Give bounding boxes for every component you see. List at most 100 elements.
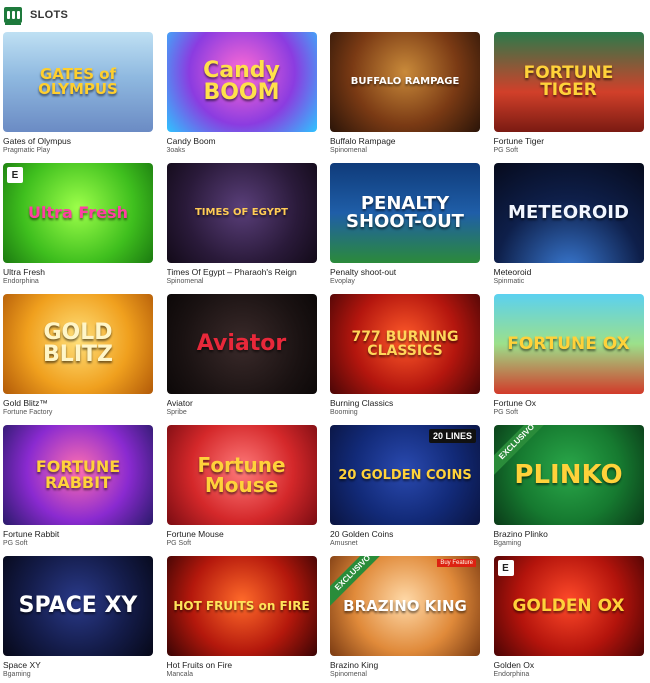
game-logo-art: FORTUNE OX <box>507 333 630 354</box>
game-thumbnail[interactable]: Fortune Mouse <box>166 425 317 525</box>
game-logo-art: GATES of OLYMPUS <box>38 65 118 98</box>
game-card-penalty-shoot-out[interactable]: PENALTY SHOOT-OUT Penalty shoot-out Evopla… <box>330 163 480 290</box>
game-card-hot-fruits-on-fire[interactable]: HOT FRUITS on FIRE Hot Fruits on Fire Manc… <box>166 556 317 683</box>
game-thumbnail[interactable]: TIMES OF EGYPT <box>166 163 317 263</box>
game-logo-art: BRAZINO KING <box>343 596 467 615</box>
game-provider: Endorphina <box>493 671 530 678</box>
game-card-burning-classics[interactable]: 777 BURNING CLASSICS Burning Classics Boom… <box>330 294 480 421</box>
game-logo-art: PENALTY SHOOT-OUT <box>346 193 464 232</box>
game-logo-art: GOLDEN OX <box>512 595 625 616</box>
game-provider: Spribe <box>166 409 187 416</box>
game-thumbnail[interactable]: 777 BURNING CLASSICS <box>330 294 480 394</box>
game-logo-art: FORTUNE RABBIT <box>35 457 121 492</box>
game-title[interactable]: Aviator <box>167 398 317 408</box>
game-card-brazino-king[interactable]: BRAZINO KING EXCLUSIVO Buy Feature Brazino … <box>330 556 480 683</box>
game-logo-art: Aviator <box>196 331 287 356</box>
game-thumbnail[interactable]: SPACE XY <box>3 556 153 656</box>
game-provider: PG Soft <box>493 409 519 416</box>
game-thumbnail[interactable]: GATES of OLYMPUS <box>3 32 153 132</box>
game-title[interactable]: Gold Blitz™ <box>3 398 153 408</box>
game-title[interactable]: Gates of Olympus <box>3 136 153 146</box>
game-card-fortune-ox[interactable]: FORTUNE OX Fortune Ox PG Soft <box>493 294 644 421</box>
game-provider: PG Soft <box>166 540 192 547</box>
game-logo-art: 20 GOLDEN COINS <box>338 467 472 483</box>
game-title[interactable]: Ultra Fresh <box>3 267 153 277</box>
game-thumbnail[interactable]: FORTUNE OX <box>493 294 644 394</box>
game-logo-art: PLINKO <box>514 460 623 490</box>
game-card-gold-blitz[interactable]: GOLD BLITZ Gold Blitz™ Fortune Factory <box>3 294 153 421</box>
game-title[interactable]: Fortune Rabbit <box>3 529 153 539</box>
game-card-candy-boom[interactable]: Candy BOOM Candy Boom 3oaks <box>166 32 317 159</box>
game-thumbnail[interactable]: Aviator <box>166 294 317 394</box>
game-thumbnail[interactable]: GOLDEN OX E <box>493 556 644 656</box>
game-thumbnail[interactable]: BUFFALO RAMPAGE <box>330 32 480 132</box>
game-thumbnail[interactable]: FORTUNE RABBIT <box>3 425 153 525</box>
game-provider: Amusnet <box>330 540 358 547</box>
game-card-times-of-egypt[interactable]: TIMES OF EGYPT Times Of Egypt – Pharaoh's… <box>166 163 317 290</box>
game-card-aviator[interactable]: Aviator Aviator Spribe <box>166 294 317 421</box>
section-header: SLOTS <box>4 6 69 25</box>
game-title[interactable]: Hot Fruits on Fire <box>167 660 317 670</box>
provider-badge-icon: E <box>7 167 23 183</box>
game-logo-art: Fortune Mouse <box>197 453 286 497</box>
game-card-buffalo-rampage[interactable]: BUFFALO RAMPAGE Buffalo Rampage Spinomenal <box>330 32 480 159</box>
game-thumbnail[interactable]: FORTUNE TIGER <box>493 32 644 132</box>
game-thumbnail[interactable]: Candy BOOM <box>166 32 317 132</box>
game-title[interactable]: 20 Golden Coins <box>330 529 480 539</box>
game-thumbnail[interactable]: Ultra Fresh E <box>3 163 153 263</box>
game-provider: Spinmatic <box>493 278 525 285</box>
game-provider: PG Soft <box>493 147 519 154</box>
game-thumbnail[interactable]: HOT FRUITS on FIRE <box>166 556 317 656</box>
game-thumbnail[interactable]: 20 GOLDEN COINS 20 LINES <box>330 425 480 525</box>
game-provider: 3oaks <box>166 147 186 154</box>
game-thumbnail[interactable]: METEOROID <box>493 163 644 263</box>
game-provider: Endorphina <box>3 278 39 285</box>
game-title[interactable]: Burning Classics <box>330 398 480 408</box>
game-card-meteoroid[interactable]: METEOROID Meteoroid Spinmatic <box>493 163 644 290</box>
game-logo-art: Candy BOOM <box>203 58 280 105</box>
game-thumbnail[interactable]: PENALTY SHOOT-OUT <box>330 163 480 263</box>
section-title: SLOTS <box>30 9 69 21</box>
game-provider: Spinomenal <box>330 671 367 678</box>
game-title[interactable]: Penalty shoot-out <box>330 267 480 277</box>
game-title[interactable]: Buffalo Rampage <box>330 136 480 146</box>
game-title[interactable]: Fortune Ox <box>494 398 644 408</box>
game-thumbnail[interactable]: PLINKO EXCLUSIVO <box>493 425 644 525</box>
game-provider: Bgaming <box>3 671 31 678</box>
game-logo-art: FORTUNE TIGER <box>523 63 614 100</box>
buy-feature-tag: Buy Feature <box>437 559 476 567</box>
games-grid: GATES of OLYMPUS Gates of Olympus Pragmati… <box>3 32 645 683</box>
game-title[interactable]: Candy Boom <box>167 136 317 146</box>
game-provider: Spinomenal <box>330 147 367 154</box>
game-title[interactable]: Fortune Mouse <box>167 529 317 539</box>
game-card-20-golden-coins[interactable]: 20 GOLDEN COINS 20 LINES 20 Golden Coins Am… <box>330 425 480 552</box>
game-title[interactable]: Space XY <box>3 660 153 670</box>
game-logo-art: TIMES OF EGYPT <box>194 207 289 218</box>
game-logo-art: 777 BURNING CLASSICS <box>351 329 459 359</box>
game-title[interactable]: Golden Ox <box>494 660 644 670</box>
game-thumbnail[interactable]: GOLD BLITZ <box>3 294 153 394</box>
game-card-gates-of-olympus[interactable]: GATES of OLYMPUS Gates of Olympus Pragmati… <box>3 32 153 159</box>
game-title[interactable]: Brazino Plinko <box>494 529 644 539</box>
game-card-ultra-fresh[interactable]: Ultra Fresh E Ultra Fresh Endorphina <box>3 163 153 290</box>
game-card-golden-ox[interactable]: GOLDEN OX E Golden Ox Endorphina <box>493 556 644 683</box>
game-title[interactable]: Fortune Tiger <box>494 136 644 146</box>
game-provider: Bgaming <box>493 540 522 547</box>
game-card-fortune-rabbit[interactable]: FORTUNE RABBIT Fortune Rabbit PG Soft <box>3 425 153 552</box>
game-card-space-xy[interactable]: SPACE XY Space XY Bgaming <box>3 556 153 683</box>
game-provider: PG Soft <box>3 540 28 547</box>
game-thumbnail[interactable]: BRAZINO KING EXCLUSIVO Buy Feature <box>330 556 480 656</box>
game-card-fortune-mouse[interactable]: Fortune Mouse Fortune Mouse PG Soft <box>166 425 317 552</box>
game-logo-art: HOT FRUITS on FIRE <box>173 599 310 613</box>
lines-tag: 20 LINES <box>428 429 476 443</box>
game-title[interactable]: Brazino King <box>330 660 480 670</box>
game-logo-art: Ultra Fresh <box>28 203 128 222</box>
game-provider: Spinomenal <box>166 278 204 285</box>
game-title[interactable]: Times Of Egypt – Pharaoh's Reign <box>167 267 317 277</box>
game-provider: Booming <box>330 409 358 416</box>
game-provider: Evoplay <box>330 278 355 285</box>
game-card-brazino-plinko[interactable]: PLINKO EXCLUSIVO Brazino Plinko Bgaming <box>493 425 644 552</box>
game-title[interactable]: Meteoroid <box>494 267 644 277</box>
game-provider: Fortune Factory <box>3 409 53 416</box>
game-card-fortune-tiger[interactable]: FORTUNE TIGER Fortune Tiger PG Soft <box>493 32 644 159</box>
